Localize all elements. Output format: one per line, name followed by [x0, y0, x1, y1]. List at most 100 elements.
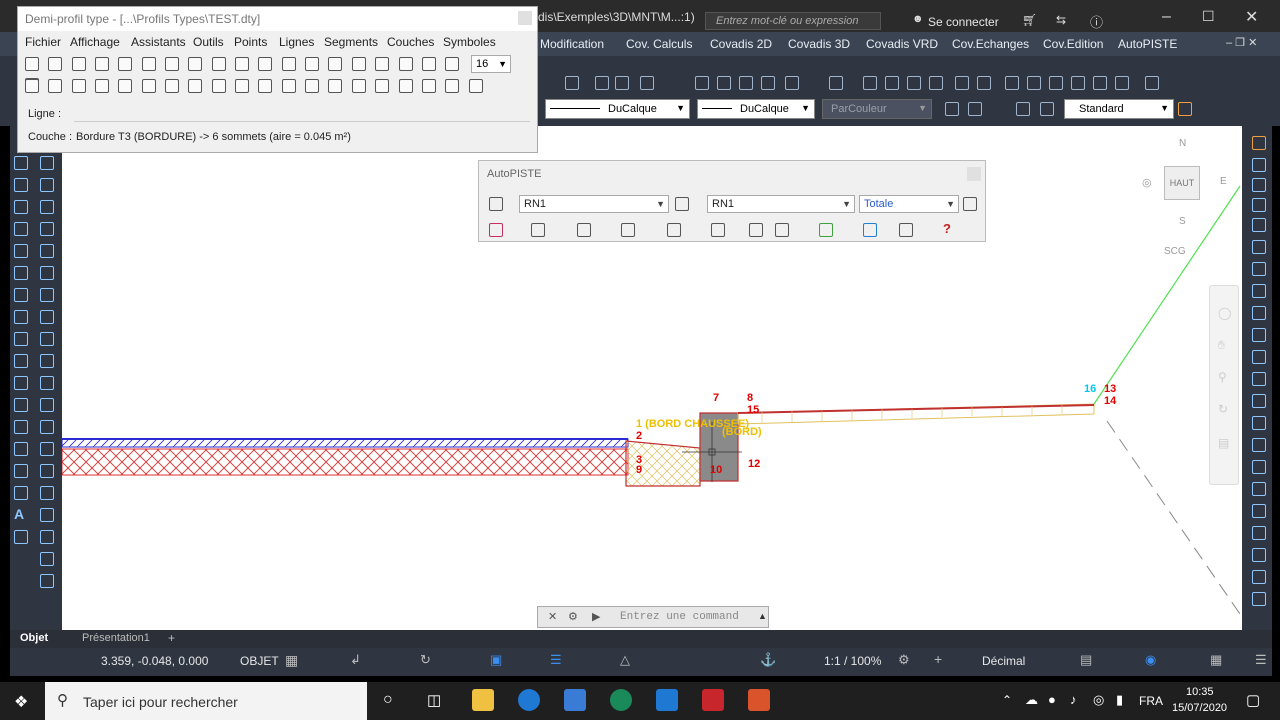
- autocad-icon[interactable]: [702, 689, 724, 711]
- tray-chevron-icon[interactable]: ⌃: [1002, 693, 1012, 707]
- customize-menu-icon[interactable]: ☰: [1255, 652, 1267, 668]
- lineweight-icon[interactable]: ☰: [550, 652, 562, 668]
- sheetset-icon[interactable]: [1252, 372, 1266, 386]
- arc-icon[interactable]: [40, 178, 54, 192]
- gradient-icon[interactable]: [40, 442, 54, 456]
- network-icon[interactable]: ⇆: [1056, 13, 1066, 27]
- annotation-scale[interactable]: 1:1 / 100%: [824, 654, 881, 668]
- pin-icon[interactable]: [258, 57, 273, 71]
- add-layout-button[interactable]: +: [168, 631, 175, 645]
- command-line[interactable]: ✕ ⚙ ▶ Entrez une command ▲: [537, 606, 769, 628]
- isolate-icon[interactable]: ◉: [1145, 652, 1156, 668]
- line-icon[interactable]: [14, 156, 28, 170]
- zoom-nav-icon[interactable]: ⚲: [1218, 370, 1227, 384]
- notification-icon[interactable]: ▢: [1246, 691, 1260, 709]
- menu-lignes[interactable]: Lignes: [279, 35, 314, 49]
- layer-edit-icon[interactable]: [421, 79, 436, 93]
- volume-icon[interactable]: ♪: [1070, 692, 1077, 707]
- markup-icon[interactable]: [1252, 394, 1266, 408]
- point-snap-icon[interactable]: [211, 57, 226, 71]
- pan-icon[interactable]: [595, 76, 609, 90]
- language-indicator[interactable]: FRA: [1139, 694, 1163, 708]
- save-icon[interactable]: [71, 57, 86, 71]
- polygon-icon[interactable]: [14, 200, 28, 214]
- fly-icon[interactable]: [1252, 592, 1266, 606]
- scale-icon[interactable]: [14, 332, 28, 346]
- workspace-gear-icon[interactable]: ⚙: [898, 652, 910, 668]
- point-edit-icon[interactable]: [165, 57, 180, 71]
- tool-palette-icon[interactable]: [1252, 328, 1266, 342]
- color-select[interactable]: ParCouleur ▼: [822, 99, 932, 119]
- settings-tool-icon[interactable]: [749, 223, 763, 237]
- view-iso-icon[interactable]: [1252, 240, 1266, 254]
- spline-tool-icon[interactable]: [40, 464, 54, 478]
- dim-style-icon[interactable]: [1071, 76, 1085, 90]
- dim-radius-icon[interactable]: [929, 76, 943, 90]
- type-icon[interactable]: [235, 57, 250, 71]
- layer-tool-icon[interactable]: [667, 223, 681, 237]
- edge-tool-icon[interactable]: [621, 223, 635, 237]
- erase-icon[interactable]: [14, 530, 28, 544]
- dim-icon[interactable]: [40, 530, 54, 544]
- circle-icon[interactable]: [40, 222, 54, 236]
- section-icon[interactable]: [1252, 548, 1266, 562]
- tangent-icon[interactable]: [118, 79, 133, 93]
- pen-icon[interactable]: [281, 57, 296, 71]
- fillet-icon[interactable]: [14, 398, 28, 412]
- rectangle-icon[interactable]: [40, 200, 54, 214]
- table-tool-icon[interactable]: [40, 376, 54, 390]
- render-icon[interactable]: [1252, 460, 1266, 474]
- point-icon[interactable]: [40, 310, 54, 324]
- table-icon[interactable]: [717, 76, 731, 90]
- snap-icon[interactable]: ↲: [350, 652, 361, 668]
- point-tool-icon[interactable]: [141, 57, 156, 71]
- zoom-icon[interactable]: [615, 76, 629, 90]
- paint-icon[interactable]: [761, 76, 775, 90]
- tab-autopiste[interactable]: AutoPISTE: [1118, 37, 1177, 51]
- layer-props-icon[interactable]: [1016, 102, 1030, 116]
- axis-select-1[interactable]: RN1 ▼: [519, 195, 669, 213]
- sign-in-link[interactable]: Se connecter: [928, 15, 999, 29]
- help-tool-icon[interactable]: ?: [943, 221, 951, 236]
- tab-objet[interactable]: Objet: [20, 632, 48, 644]
- upwork-icon[interactable]: [610, 689, 632, 711]
- minimize-button[interactable]: –: [1162, 8, 1171, 26]
- showmotion-icon[interactable]: ▤: [1218, 436, 1229, 450]
- pan-hand-icon[interactable]: ✋︎: [1218, 338, 1225, 353]
- bisector-icon[interactable]: [141, 79, 156, 93]
- segment-delete-icon[interactable]: [375, 79, 390, 93]
- cart-icon[interactable]: 🛒︎: [1022, 13, 1037, 27]
- new-file-icon[interactable]: [25, 57, 39, 71]
- dim-linear-icon[interactable]: [863, 76, 877, 90]
- dim-aligned-icon[interactable]: [885, 76, 899, 90]
- help-icon[interactable]: ⓘ: [1090, 12, 1103, 31]
- axis-tool-icon[interactable]: [489, 223, 503, 237]
- extend-icon[interactable]: [14, 376, 28, 390]
- clock-time[interactable]: 10:35: [1186, 686, 1214, 698]
- hardware-accel-icon[interactable]: ▦: [1210, 652, 1222, 668]
- undo-icon[interactable]: [565, 76, 579, 90]
- segment-icon[interactable]: [258, 79, 273, 93]
- segment-props-icon[interactable]: [351, 79, 366, 93]
- orbit-icon[interactable]: [640, 76, 654, 90]
- menu-affichage[interactable]: Affichage: [70, 35, 120, 49]
- ucs-label[interactable]: SCG: [1164, 246, 1186, 257]
- block-icon[interactable]: [739, 76, 753, 90]
- print-icon[interactable]: [95, 57, 110, 71]
- battery-icon[interactable]: ▮: [1116, 692, 1123, 708]
- menu-couches[interactable]: Couches: [387, 35, 434, 49]
- layers-panel-icon[interactable]: [1252, 306, 1266, 320]
- apply-icon[interactable]: [963, 197, 977, 211]
- ligne-field[interactable]: [74, 106, 530, 122]
- command-settings-icon[interactable]: ⚙: [568, 610, 578, 623]
- maximize-button[interactable]: ☐: [1202, 8, 1215, 25]
- polyline-icon[interactable]: [945, 102, 959, 116]
- viewcube-top-face[interactable]: HAUT: [1164, 166, 1200, 200]
- style-select[interactable]: Standard ▼: [1064, 99, 1174, 119]
- view-front-icon[interactable]: [1252, 198, 1266, 212]
- chamfer-icon[interactable]: [14, 486, 28, 500]
- clock-date[interactable]: 15/07/2020: [1172, 702, 1227, 714]
- stretch-icon[interactable]: [14, 266, 28, 280]
- angle-icon[interactable]: [165, 79, 180, 93]
- question-icon[interactable]: [829, 76, 843, 90]
